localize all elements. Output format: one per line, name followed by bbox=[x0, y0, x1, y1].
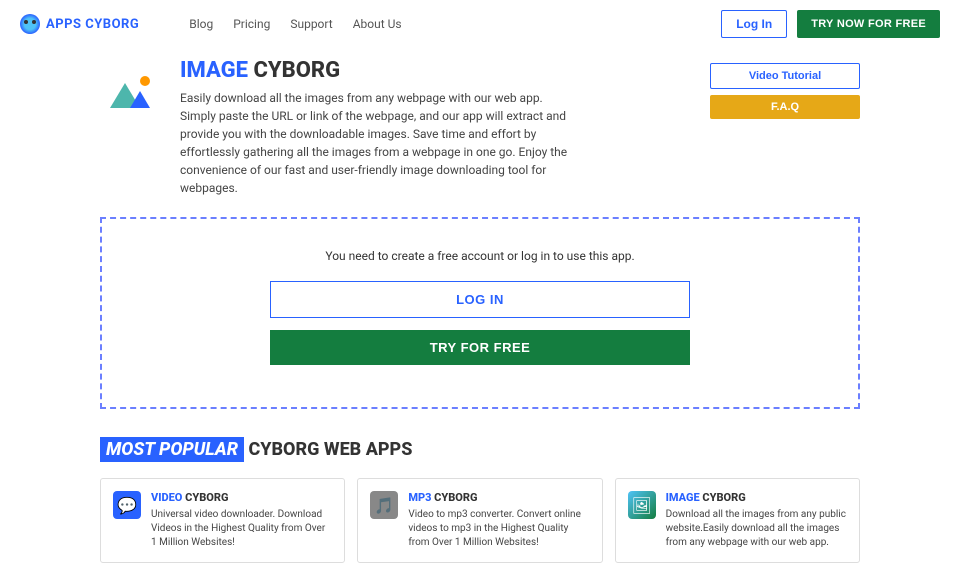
login-button[interactable]: Log In bbox=[721, 10, 787, 38]
try-free-button[interactable]: TRY NOW FOR FREE bbox=[797, 10, 940, 38]
nav: Blog Pricing Support About Us bbox=[189, 17, 401, 31]
cta-try-button[interactable]: TRY FOR FREE bbox=[270, 330, 690, 365]
card-title: MP3 CYBORG bbox=[408, 491, 589, 504]
section-title: MOST POPULAR CYBORG WEB APPS bbox=[100, 439, 860, 460]
card-title: VIDEO CYBORG bbox=[151, 491, 332, 504]
hero-side: Video Tutorial F.A.Q bbox=[710, 63, 860, 197]
video-icon: 💬 bbox=[113, 491, 141, 519]
video-tutorial-button[interactable]: Video Tutorial bbox=[710, 63, 860, 89]
faq-button[interactable]: F.A.Q bbox=[710, 95, 860, 119]
card-desc: Download all the images from any public … bbox=[666, 508, 847, 550]
logo-text: APPS CYBORG bbox=[46, 17, 139, 32]
page-title: IMAGE CYBORG bbox=[180, 58, 690, 83]
nav-blog[interactable]: Blog bbox=[189, 17, 213, 31]
header: APPS CYBORG Blog Pricing Support About U… bbox=[0, 0, 960, 48]
mp3-icon: 🎵 bbox=[370, 491, 398, 519]
logo[interactable]: APPS CYBORG bbox=[20, 14, 139, 34]
card-mp3[interactable]: 🎵 MP3 CYBORG Video to mp3 converter. Con… bbox=[357, 478, 602, 563]
main: IMAGE CYBORG Easily download all the ima… bbox=[0, 48, 960, 563]
image-icon: 🖼 bbox=[628, 491, 656, 519]
logo-icon bbox=[20, 14, 40, 34]
card-video[interactable]: 💬 VIDEO CYBORG Universal video downloade… bbox=[100, 478, 345, 563]
nav-support[interactable]: Support bbox=[290, 17, 332, 31]
card-desc: Universal video downloader. Download Vid… bbox=[151, 508, 332, 550]
nav-pricing[interactable]: Pricing bbox=[233, 17, 270, 31]
card-image[interactable]: 🖼 IMAGE CYBORG Download all the images f… bbox=[615, 478, 860, 563]
cta-box: You need to create a free account or log… bbox=[100, 217, 860, 409]
header-actions: Log In TRY NOW FOR FREE bbox=[721, 10, 940, 38]
page-description: Easily download all the images from any … bbox=[180, 89, 580, 197]
card-desc: Video to mp3 converter. Convert online v… bbox=[408, 508, 589, 550]
nav-about[interactable]: About Us bbox=[353, 17, 402, 31]
app-icon bbox=[100, 63, 160, 123]
hero-content: IMAGE CYBORG Easily download all the ima… bbox=[180, 58, 690, 197]
hero: IMAGE CYBORG Easily download all the ima… bbox=[100, 58, 860, 197]
cards: 💬 VIDEO CYBORG Universal video downloade… bbox=[100, 478, 860, 563]
cta-text: You need to create a free account or log… bbox=[132, 249, 828, 263]
cta-login-button[interactable]: LOG IN bbox=[270, 281, 690, 318]
card-title: IMAGE CYBORG bbox=[666, 491, 847, 504]
